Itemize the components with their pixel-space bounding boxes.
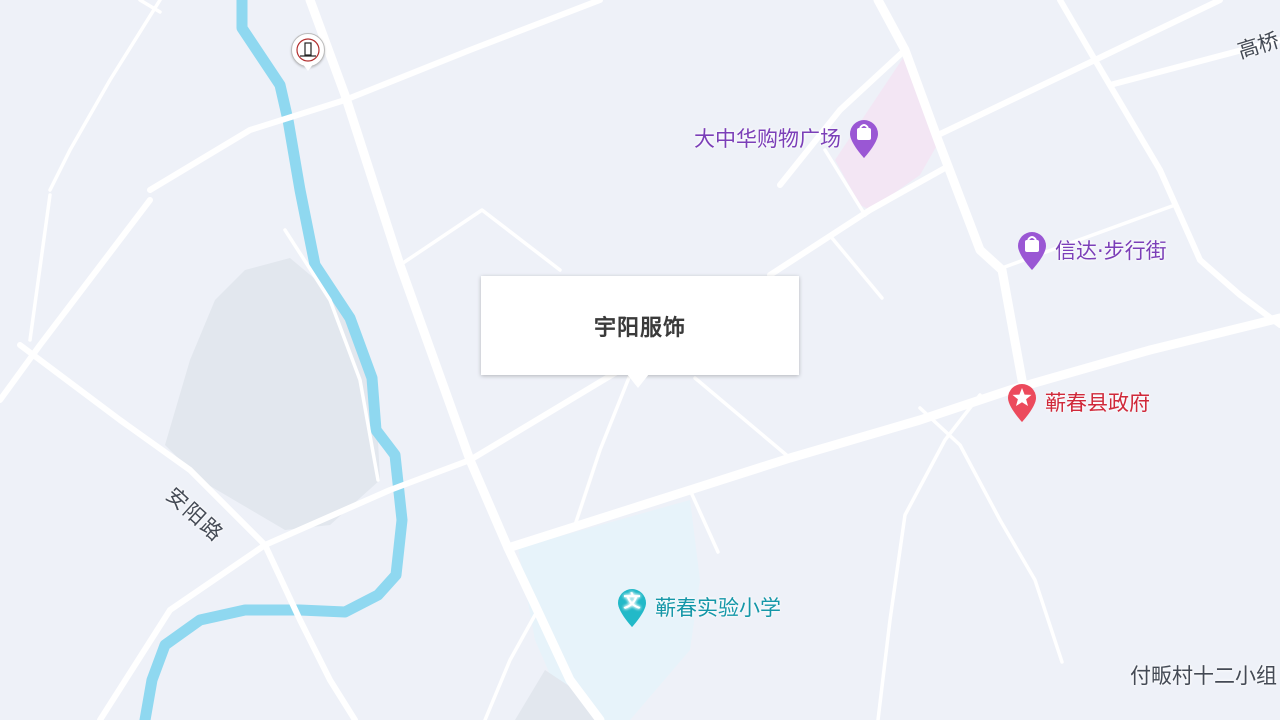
road-minor [28,193,52,342]
education-icon: 文 [615,586,649,628]
popup-pointer [627,374,649,388]
road-minor [398,208,562,272]
poi-qichun-county-government[interactable]: 蕲春县政府 [1005,381,1150,423]
poi-qichun-experimental-primary-school[interactable]: 文 蕲春实验小学 [615,586,781,628]
road-minor [693,376,792,460]
road-minor [876,393,982,720]
location-info-popup[interactable]: 宇阳服饰 [481,276,799,375]
poi-label: 蕲春县政府 [1045,391,1150,415]
area-label-village: 付畈村十二小组 [1130,664,1277,688]
road-minor [573,373,632,527]
poi-xinda-pedestrian-street[interactable]: 信达·步行街 [1015,229,1167,271]
poi-label: 信达·步行街 [1055,239,1167,263]
road-north-diagonal [147,0,603,193]
star-icon [1005,381,1039,423]
green-area [165,258,380,530]
road-minor [830,236,884,300]
scenic-spot-marker[interactable] [291,33,325,73]
map-canvas[interactable]: 大中华购物广场 信达·步行街 蕲春县政府 文 蕲春实验小学 安阳路 高桥 付畈村… [0,0,1280,720]
poi-label: 大中华购物广场 [694,127,841,151]
road-anyang [0,197,153,403]
poi-dazhonghua-mall[interactable]: 大中华购物广场 [694,117,881,159]
road-minor [48,0,162,192]
poi-label: 蕲春实验小学 [655,596,781,620]
shopping-bag-icon [1015,229,1049,271]
scenic-spot-icon [291,33,325,67]
popup-title: 宇阳服饰 [593,314,686,341]
shopping-bag-icon [847,117,881,159]
